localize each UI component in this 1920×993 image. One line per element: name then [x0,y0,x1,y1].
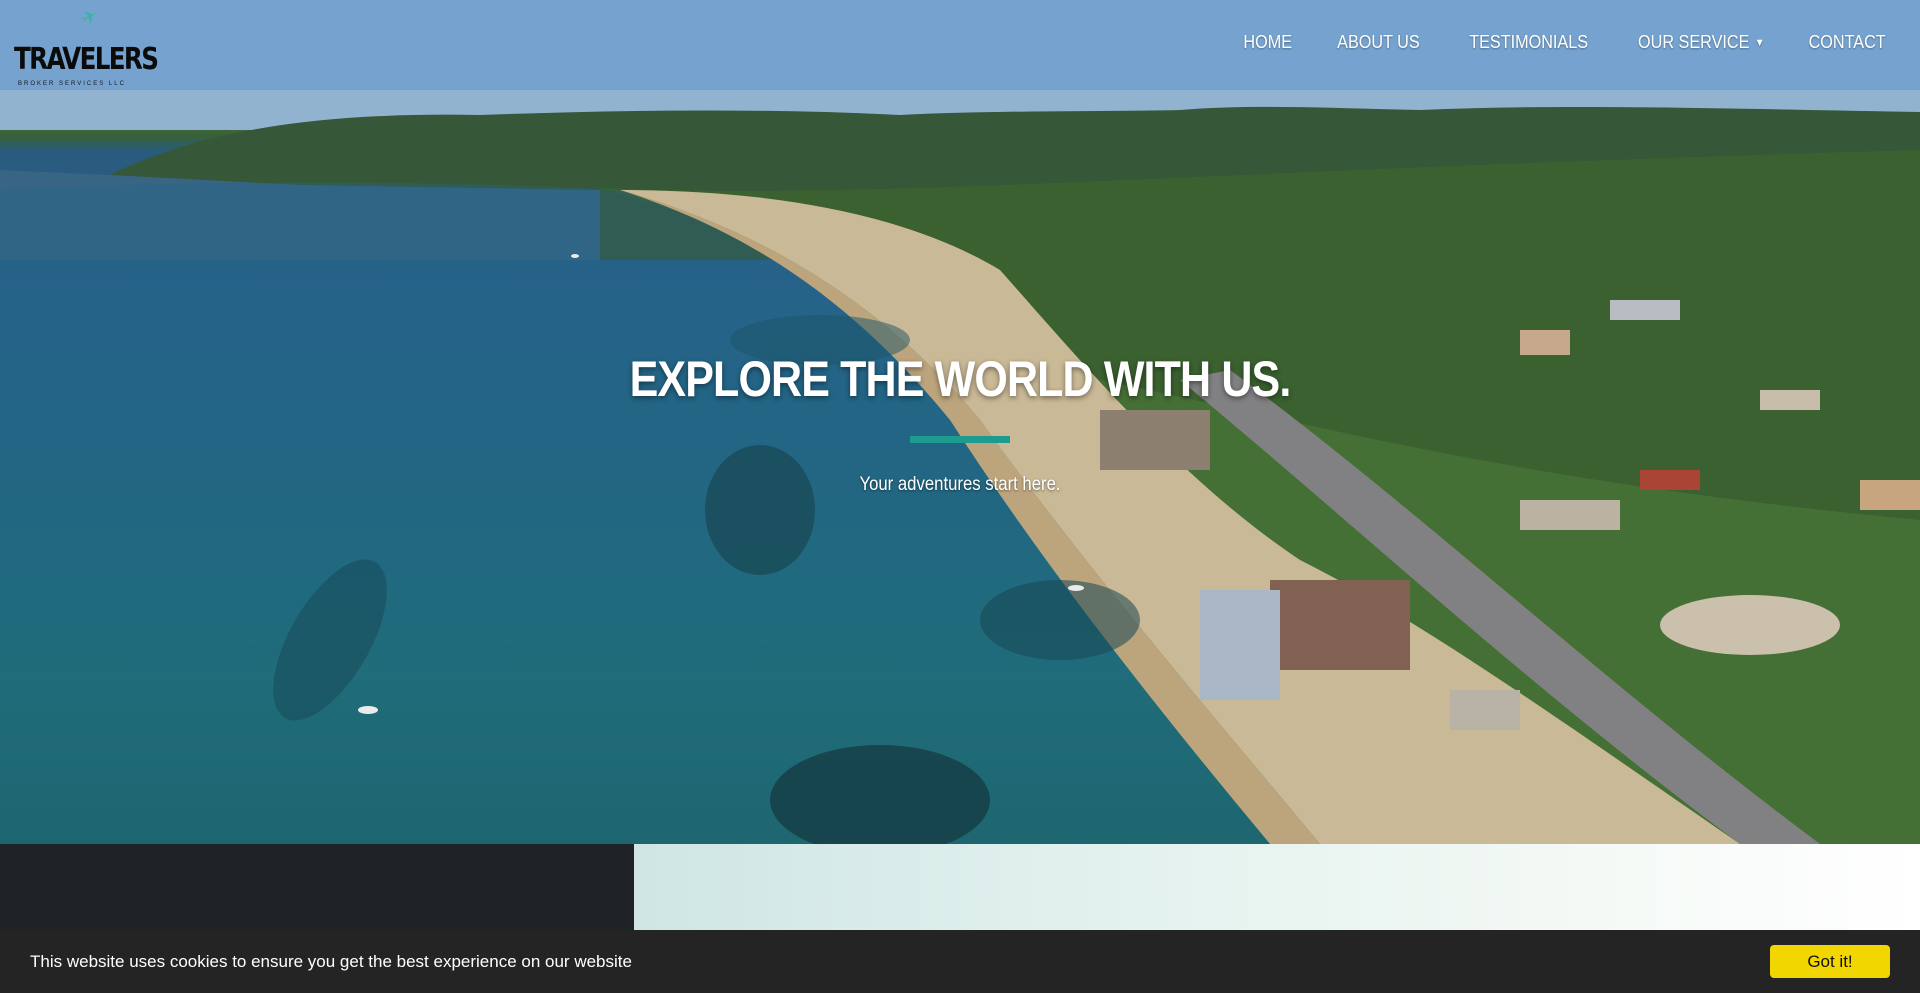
nav-about-us-label: ABOUT US [1337,32,1420,52]
nav-home-label: HOME [1243,32,1293,52]
hero-subtitle: Your adventures start here. [859,474,1061,495]
nav-testimonials[interactable]: TESTIMONIALS [1469,32,1588,53]
plane-icon: ✈ [78,4,101,30]
cookie-banner: This website uses cookies to ensure you … [0,930,1920,993]
main-nav: HOME ABOUT US TESTIMONIALS OUR SERVICE ▼ … [1238,32,1886,53]
nav-our-service-label: OUR SERVICE [1637,32,1750,52]
nav-contact[interactable]: CONTACT [1809,32,1886,53]
nav-home[interactable]: HOME [1243,32,1292,53]
brand-name: TRAVELERS [14,42,159,77]
nav-contact-label: CONTACT [1808,32,1886,52]
nav-our-service[interactable]: OUR SERVICE ▼ [1638,32,1765,53]
nav-testimonials-label: TESTIMONIALS [1468,32,1588,52]
cookie-message: This website uses cookies to ensure you … [30,951,632,971]
nav-about-us[interactable]: ABOUT US [1337,32,1420,53]
hero-divider [910,436,1010,443]
cookie-accept-button[interactable]: Got it! [1770,945,1890,978]
hero-overlay [0,0,1920,844]
brand-logo[interactable]: ✈ TRAVELERS BROKER SERVICES LLC [14,4,159,88]
brand-tagline: BROKER SERVICES LLC [18,81,126,87]
hero-section: ✈ TRAVELERS BROKER SERVICES LLC HOME ABO… [0,0,1920,844]
hero-title: EXPLORE THE WORLD WITH US. [629,351,1292,407]
caret-down-icon: ▼ [1754,36,1765,49]
